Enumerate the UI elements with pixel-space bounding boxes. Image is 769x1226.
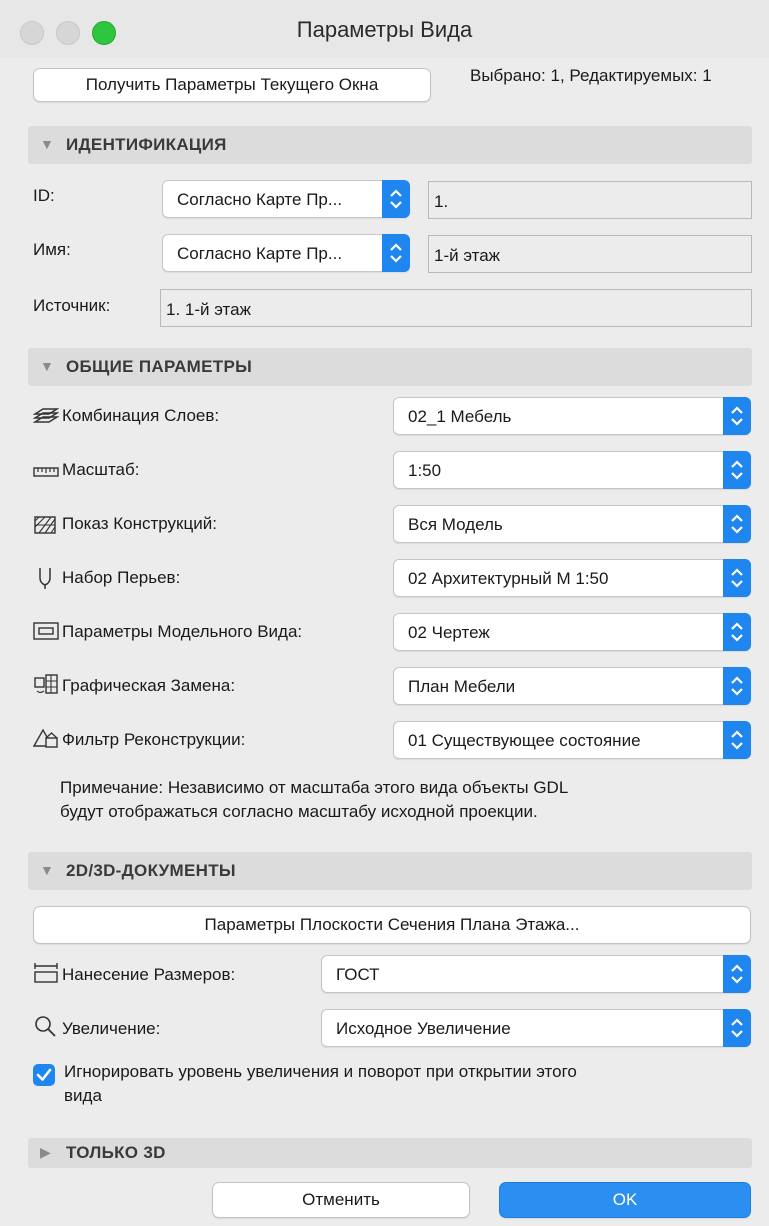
title-bar: Параметры Вида <box>0 0 769 58</box>
dimensioning-popup[interactable]: ГОСТ <box>321 955 751 993</box>
zoom-label: Увеличение: <box>62 1019 161 1038</box>
scale-label: Масштаб: <box>62 460 140 479</box>
collapse-triangle-icon: ▼ <box>40 358 54 374</box>
graphic-override-popup[interactable]: План Мебели <box>393 667 751 705</box>
graphic-override-label: Графическая Замена: <box>62 676 236 695</box>
ignore-zoom-label: Игнорировать уровень увеличения и поворо… <box>64 1062 577 1105</box>
source-value-field[interactable]: 1. 1-й этаж <box>160 289 752 327</box>
structure-display-popup[interactable]: Вся Модель <box>393 505 751 543</box>
collapse-triangle-icon: ▼ <box>40 862 54 878</box>
pen-set-label: Набор Перьев: <box>62 568 181 587</box>
magnifier-icon <box>33 1014 57 1043</box>
get-current-window-params-button[interactable]: Получить Параметры Текущего Окна <box>33 68 431 102</box>
popup-stepper-icon <box>723 451 751 489</box>
scale-popup[interactable]: 1:50 <box>393 451 751 489</box>
expand-triangle-icon: ▶ <box>40 1144 51 1160</box>
layers-icon <box>32 406 60 433</box>
layer-combination-label: Комбинация Слоев: <box>62 406 220 425</box>
popup-stepper-icon <box>723 559 751 597</box>
ruler-icon <box>33 462 59 487</box>
name-mode-popup[interactable]: Согласно Карте Пр... <box>162 234 410 272</box>
id-label: ID: <box>33 186 55 205</box>
ok-button[interactable]: OK <box>499 1182 751 1218</box>
renovation-filter-icon <box>32 726 60 755</box>
popup-stepper-icon <box>723 721 751 759</box>
model-view-options-popup[interactable]: 02 Чертеж <box>393 613 751 651</box>
collapse-triangle-icon: ▼ <box>40 136 54 152</box>
graphic-override-icon <box>33 672 59 701</box>
ignore-zoom-checkbox[interactable] <box>33 1064 55 1086</box>
popup-stepper-icon <box>723 397 751 435</box>
checkmark-icon <box>36 1068 52 1081</box>
window-title: Параметры Вида <box>296 17 473 42</box>
structure-display-icon <box>33 514 57 541</box>
model-view-options-label: Параметры Модельного Вида: <box>62 622 303 641</box>
pen-icon <box>34 566 56 595</box>
popup-stepper-icon <box>382 180 410 218</box>
renovation-filter-label: Фильтр Реконструкции: <box>62 730 246 749</box>
popup-stepper-icon <box>723 955 751 993</box>
id-value-field[interactable]: 1. <box>428 181 752 219</box>
popup-stepper-icon <box>723 613 751 651</box>
source-label: Источник: <box>33 296 111 315</box>
name-label: Имя: <box>33 240 71 259</box>
section-title: ИДЕНТИФИКАЦИЯ <box>66 135 227 154</box>
structure-display-label: Показ Конструкций: <box>62 514 217 533</box>
zoom-popup[interactable]: Исходное Увеличение <box>321 1009 751 1047</box>
gdl-scale-note: Примечание: Независимо от масштаба этого… <box>60 778 569 821</box>
id-mode-popup[interactable]: Согласно Карте Пр... <box>162 180 410 218</box>
model-view-icon <box>33 620 59 647</box>
section-title: ТОЛЬКО 3D <box>66 1143 166 1162</box>
section-title: 2D/3D-ДОКУМЕНТЫ <box>66 861 236 880</box>
floor-plan-cut-plane-button[interactable]: Параметры Плоскости Сечения Плана Этажа.… <box>33 906 751 944</box>
section-only-3d[interactable]: ▶ ТОЛЬКО 3D <box>28 1138 752 1168</box>
dialog-footer: Отменить OK <box>0 1170 769 1226</box>
dimension-icon <box>33 960 59 989</box>
section-title: ОБЩИЕ ПАРАМЕТРЫ <box>66 357 253 376</box>
name-value-field[interactable]: 1-й этаж <box>428 235 752 273</box>
section-identification[interactable]: ▼ ИДЕНТИФИКАЦИЯ <box>28 126 752 164</box>
popup-stepper-icon <box>723 667 751 705</box>
popup-stepper-icon <box>723 505 751 543</box>
section-general-parameters[interactable]: ▼ ОБЩИЕ ПАРАМЕТРЫ <box>28 348 752 386</box>
selection-info: Выбрано: 1, Редактируемых: 1 <box>470 66 712 85</box>
renovation-filter-popup[interactable]: 01 Существующее состояние <box>393 721 751 759</box>
dimensioning-label: Нанесение Размеров: <box>62 965 236 984</box>
cancel-button[interactable]: Отменить <box>212 1182 470 1218</box>
section-2d3d-documents[interactable]: ▼ 2D/3D-ДОКУМЕНТЫ <box>28 852 752 890</box>
popup-stepper-icon <box>723 1009 751 1047</box>
popup-stepper-icon <box>382 234 410 272</box>
layer-combination-popup[interactable]: 02_1 Мебель <box>393 397 751 435</box>
pen-set-popup[interactable]: 02 Архитектурный М 1:50 <box>393 559 751 597</box>
